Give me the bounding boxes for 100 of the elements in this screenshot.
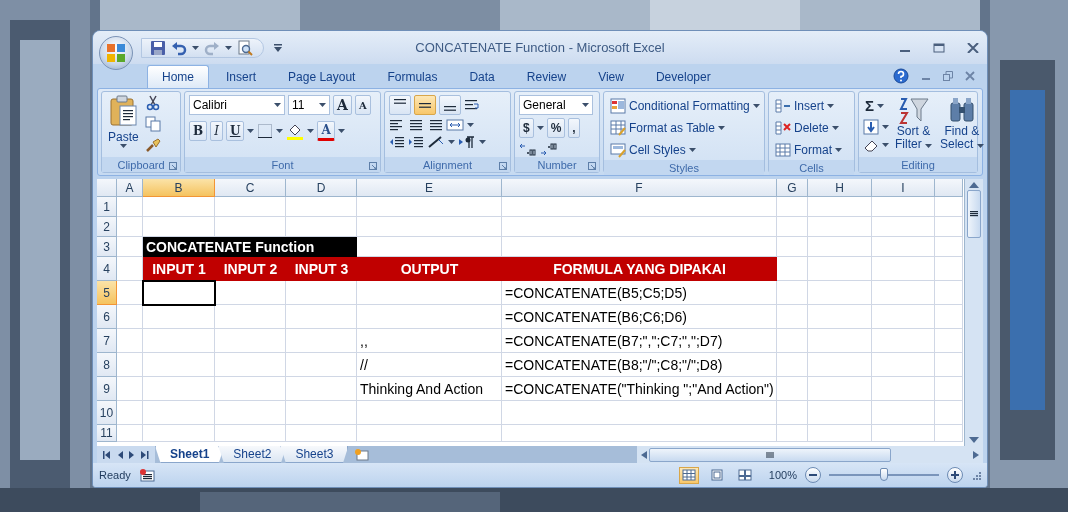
borders-icon[interactable] [257, 123, 274, 139]
comma-button[interactable]: , [568, 118, 580, 138]
previous-sheet-icon[interactable] [117, 450, 123, 459]
dialog-launcher-icon[interactable] [499, 162, 507, 170]
styles-menu-button[interactable]: Conditional Formatting [608, 95, 762, 116]
caret-icon[interactable] [467, 123, 474, 127]
column-header[interactable]: F [502, 179, 777, 197]
caret-icon[interactable] [831, 125, 839, 130]
row-header[interactable]: 7 [97, 329, 117, 353]
shrink-font-button[interactable]: A [354, 95, 371, 115]
close-icon[interactable] [967, 42, 979, 53]
align-left-icon[interactable] [389, 118, 405, 132]
cells-menu-button[interactable]: Insert [773, 95, 844, 116]
caret-icon[interactable] [276, 129, 284, 133]
row-header[interactable]: 10 [97, 401, 117, 425]
column-header[interactable]: H [808, 179, 872, 197]
column-header[interactable]: E [357, 179, 502, 197]
undo-icon[interactable] [171, 39, 187, 56]
decrease-decimal-icon[interactable] [540, 141, 558, 157]
normal-view-button[interactable] [678, 466, 699, 484]
row-header[interactable]: 1 [97, 197, 117, 217]
last-sheet-icon[interactable] [141, 450, 149, 459]
eraser-icon[interactable] [863, 138, 879, 152]
scrollbar-thumb[interactable] [649, 447, 891, 462]
dialog-launcher-icon[interactable] [588, 162, 596, 170]
font-color-button[interactable]: A [317, 121, 335, 141]
caret-icon[interactable] [976, 144, 984, 148]
scrollbar-thumb[interactable] [967, 190, 981, 238]
fill-down-icon[interactable] [863, 119, 879, 135]
first-sheet-icon[interactable] [103, 450, 111, 459]
styles-menu-button[interactable]: Format as Table [608, 117, 762, 138]
caret-icon[interactable] [925, 144, 932, 148]
caret-icon[interactable] [717, 125, 725, 130]
currency-button[interactable]: $ [519, 118, 534, 138]
caret-icon[interactable] [247, 129, 255, 133]
format-painter-icon[interactable] [144, 137, 161, 153]
ribbon-tab[interactable]: Home [147, 65, 209, 88]
middle-align-button[interactable] [414, 95, 436, 115]
column-header[interactable]: A [117, 179, 143, 197]
fill-color-icon[interactable] [286, 122, 305, 140]
ribbon-tab[interactable]: Insert [211, 65, 272, 88]
insert-sheet-icon[interactable] [354, 447, 371, 462]
selected-cell[interactable] [142, 280, 216, 306]
column-header[interactable]: I [872, 179, 935, 197]
row-header[interactable]: 8 [97, 353, 117, 377]
caret-icon[interactable] [319, 103, 326, 107]
caret-icon[interactable] [337, 129, 345, 133]
caret-icon[interactable] [827, 103, 834, 108]
bold-button[interactable]: B [189, 121, 208, 141]
next-sheet-icon[interactable] [129, 450, 135, 459]
row-header[interactable]: 9 [97, 377, 117, 401]
print-preview-icon[interactable] [237, 39, 253, 56]
caret-icon[interactable] [835, 147, 842, 152]
bottom-align-button[interactable] [439, 95, 461, 115]
vertical-scrollbar[interactable] [964, 179, 983, 446]
scroll-right-icon[interactable] [973, 450, 979, 459]
align-right-icon[interactable] [427, 118, 443, 132]
top-align-button[interactable] [389, 95, 411, 115]
increase-indent-icon[interactable] [408, 135, 424, 149]
row-header[interactable]: 3 [97, 237, 117, 257]
caret-icon[interactable] [119, 144, 127, 148]
merge-cells-icon[interactable] [446, 118, 464, 132]
row-header[interactable]: 5 [97, 281, 117, 305]
paste-button[interactable]: Paste [106, 95, 141, 157]
grow-font-button[interactable]: A [333, 95, 352, 115]
row-header[interactable]: 11 [97, 425, 117, 442]
column-header[interactable]: G [777, 179, 808, 197]
autosum-button[interactable]: Σ [863, 95, 889, 116]
caret-icon[interactable] [448, 140, 455, 144]
font-size-field[interactable]: 11 [288, 95, 330, 115]
dialog-launcher-icon[interactable] [369, 162, 377, 170]
styles-menu-button[interactable]: Cell Styles [608, 139, 762, 160]
caret-icon[interactable] [688, 147, 696, 152]
decrease-indent-icon[interactable] [389, 135, 405, 149]
copy-icon[interactable] [144, 116, 161, 132]
cells-menu-button[interactable]: Format [773, 139, 844, 160]
row-header[interactable]: 2 [97, 217, 117, 237]
scroll-down-icon[interactable] [969, 437, 979, 443]
find-select-button[interactable]: Find & Select [938, 95, 986, 157]
scissors-icon[interactable] [144, 95, 161, 111]
percent-button[interactable]: % [546, 118, 566, 138]
caret-icon[interactable] [274, 103, 281, 107]
row-header[interactable]: 6 [97, 305, 117, 329]
caret-icon[interactable] [479, 140, 486, 144]
cells-menu-button[interactable]: Delete [773, 117, 844, 138]
number-format-field[interactable]: General [519, 95, 593, 115]
sort-filter-button[interactable]: Sort & Filter [893, 95, 934, 157]
ribbon-tab[interactable]: Developer [640, 65, 726, 88]
caret-icon[interactable] [752, 103, 760, 108]
zoom-out-button[interactable] [805, 467, 821, 483]
text-direction-icon[interactable] [458, 135, 476, 149]
scroll-left-icon[interactable] [641, 450, 647, 459]
caret-icon[interactable] [192, 45, 199, 50]
column-header[interactable]: C [215, 179, 286, 197]
ribbon-tab[interactable]: View [583, 65, 639, 88]
italic-button[interactable]: I [210, 121, 223, 141]
zoom-in-button[interactable] [947, 467, 963, 483]
ribbon-tab[interactable]: Data [454, 65, 510, 88]
ribbon-tab[interactable]: Review [511, 65, 582, 88]
caret-icon[interactable] [882, 125, 889, 129]
